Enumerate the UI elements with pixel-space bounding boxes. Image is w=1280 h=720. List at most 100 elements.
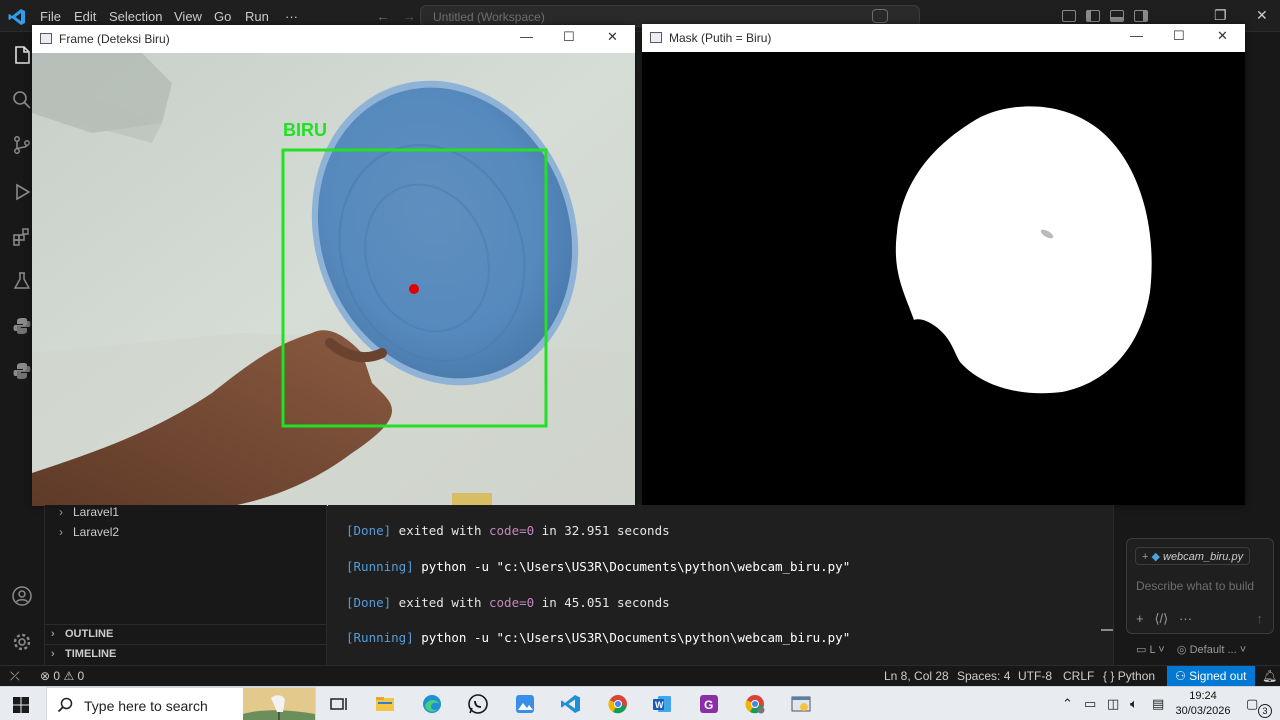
tree-item-label: Laravel2 [73, 525, 120, 539]
clock-time: 19:24 [1189, 690, 1217, 702]
tools-icon[interactable]: ⟨/⟩ [1154, 611, 1168, 626]
copilot-icon[interactable] [872, 9, 888, 23]
camera-image [32, 53, 635, 506]
add-icon[interactable]: + [1136, 611, 1144, 626]
explorer-sidebar: › Laravel1 › Laravel2 › OUTLINE › TIMELINE [45, 505, 327, 665]
command-center-label: Untitled (Workspace) [433, 10, 545, 24]
python-icon[interactable] [11, 315, 33, 337]
minimize-icon[interactable]: — [1130, 28, 1143, 43]
menu-run[interactable]: Run [245, 9, 269, 24]
account-icon: ⚇ [1175, 669, 1186, 683]
close-icon[interactable]: ✕ [1217, 28, 1228, 44]
timeline-section-header[interactable]: › TIMELINE [45, 644, 327, 664]
panel-minimize-icon[interactable] [1101, 629, 1113, 631]
output-panel[interactable]: [Done] exited with code=0 in 32.951 seco… [328, 505, 1113, 665]
file-chip-label: webcam_biru.py [1163, 551, 1244, 563]
tree-item-laravel1[interactable]: › Laravel1 [59, 505, 119, 519]
maximize-icon[interactable]: ☐ [1173, 28, 1185, 44]
close-window-icon[interactable]: ✕ [1256, 7, 1268, 24]
frame-window-title: Frame (Deteksi Biru) [59, 32, 170, 46]
chat-placeholder[interactable]: Describe what to build [1136, 579, 1254, 593]
problems-indicator[interactable]: ⊗ 0 ⚠ 0 [40, 669, 84, 683]
tray-expand-icon[interactable]: ⌃ [1062, 696, 1073, 712]
chevron-right-icon: › [51, 628, 55, 640]
windows-start-icon[interactable] [13, 697, 29, 713]
svg-text:W: W [655, 700, 664, 710]
remote-icon[interactable]: ⤫ [10, 669, 20, 684]
extensions-icon[interactable] [11, 226, 33, 248]
volume-icon[interactable]: 🔈︎ [1130, 696, 1138, 712]
notifications-bell-icon[interactable]: 🔔︎ [1262, 669, 1277, 683]
warning-icon: ⚠ [63, 669, 75, 683]
menu-more[interactable]: ··· [285, 9, 298, 24]
mask-window-title: Mask (Putih = Biru) [669, 31, 772, 45]
maximize-icon[interactable]: ☐ [563, 29, 575, 45]
cursor-position[interactable]: Ln 8, Col 28 [884, 669, 949, 683]
camera-frame: BIRU [32, 53, 635, 506]
account-icon[interactable] [11, 585, 33, 607]
word-icon[interactable]: W [651, 693, 673, 715]
signed-out-button[interactable]: ⚇ Signed out [1167, 666, 1255, 687]
minimize-icon[interactable]: — [520, 29, 533, 44]
menu-edit[interactable]: Edit [74, 9, 96, 24]
toggle-secondary-sidebar-icon[interactable] [1134, 10, 1148, 22]
menu-file[interactable]: File [40, 9, 61, 24]
frame-detection-window[interactable]: Frame (Deteksi Biru) — ☐ ✕ BIRU [32, 25, 635, 506]
vscode-taskbar-icon[interactable] [560, 693, 582, 715]
chat-model-label[interactable]: Default ... [1190, 644, 1237, 656]
chat-input-box[interactable]: + ◆ webcam_biru.py Describe what to buil… [1126, 538, 1274, 634]
chat-mode-label[interactable]: L [1149, 644, 1155, 656]
python-window-icon[interactable] [790, 693, 812, 715]
chrome-profile-icon[interactable] [744, 693, 766, 715]
toggle-sidebar-icon[interactable] [1086, 10, 1100, 22]
tree-item-laravel2[interactable]: › Laravel2 [59, 525, 119, 539]
python-environments-icon[interactable] [11, 360, 33, 382]
menu-view[interactable]: View [174, 9, 202, 24]
centroid-dot [409, 284, 419, 294]
outline-section-header[interactable]: › OUTLINE [45, 624, 327, 644]
window-app-icon [40, 33, 52, 44]
battery-icon[interactable]: ▭ [1084, 696, 1096, 712]
encoding[interactable]: UTF-8 [1018, 669, 1052, 683]
attached-file-chip[interactable]: + ◆ webcam_biru.py [1135, 547, 1251, 565]
taskbar-clock[interactable]: 19:24 30/03/2026 [1170, 689, 1236, 719]
forward-arrow-icon[interactable]: → [402, 8, 416, 24]
run-debug-icon[interactable] [11, 181, 33, 203]
more-icon[interactable]: ··· [1179, 611, 1192, 626]
indentation[interactable]: Spaces: 4 [957, 669, 1010, 683]
window-app-icon [650, 32, 662, 43]
source-control-icon[interactable] [11, 134, 33, 156]
edge-browser-icon[interactable] [421, 693, 443, 715]
monitor-icon[interactable]: ▭ [1136, 644, 1146, 656]
error-icon: ⊗ [40, 669, 51, 683]
taskbar-search-box[interactable]: Type here to search [46, 687, 316, 720]
testing-flask-icon[interactable] [11, 270, 33, 292]
restore-window-icon[interactable]: ❐ [1214, 7, 1227, 24]
mask-window-titlebar[interactable]: Mask (Putih = Biru) — ☐ ✕ [642, 24, 1245, 52]
chrome-icon[interactable] [607, 693, 629, 715]
menu-selection[interactable]: Selection [109, 9, 162, 24]
file-explorer-icon[interactable] [374, 693, 396, 715]
language-icon[interactable]: ▤ [1152, 696, 1164, 712]
task-view-icon[interactable] [328, 693, 350, 715]
language-mode[interactable]: { } Python [1103, 669, 1155, 683]
explorer-icon[interactable] [11, 44, 33, 66]
send-arrow-icon[interactable]: ↑ [1257, 611, 1264, 626]
menu-go[interactable]: Go [214, 9, 231, 24]
pdf-editor-icon[interactable]: G [698, 693, 720, 715]
frame-window-titlebar[interactable]: Frame (Deteksi Biru) — ☐ ✕ [32, 25, 635, 53]
meet-now-icon[interactable]: ◫ [1107, 696, 1119, 712]
notification-count-badge: 3 [1258, 704, 1272, 718]
mask-window[interactable]: Mask (Putih = Biru) — ☐ ✕ [642, 24, 1245, 505]
close-icon[interactable]: ✕ [607, 29, 618, 45]
search-icon[interactable] [11, 89, 33, 111]
whatsapp-icon[interactable] [467, 693, 489, 715]
back-arrow-icon[interactable]: ← [376, 8, 390, 24]
notification-center-icon[interactable]: ▢ [1246, 696, 1258, 712]
photos-app-icon[interactable] [514, 693, 536, 715]
customize-layout-icon[interactable] [1062, 10, 1076, 22]
line-ending[interactable]: CRLF [1063, 669, 1094, 683]
vscode-logo-icon[interactable] [8, 8, 26, 26]
toggle-panel-icon[interactable] [1110, 10, 1124, 22]
settings-gear-icon[interactable] [11, 631, 33, 653]
